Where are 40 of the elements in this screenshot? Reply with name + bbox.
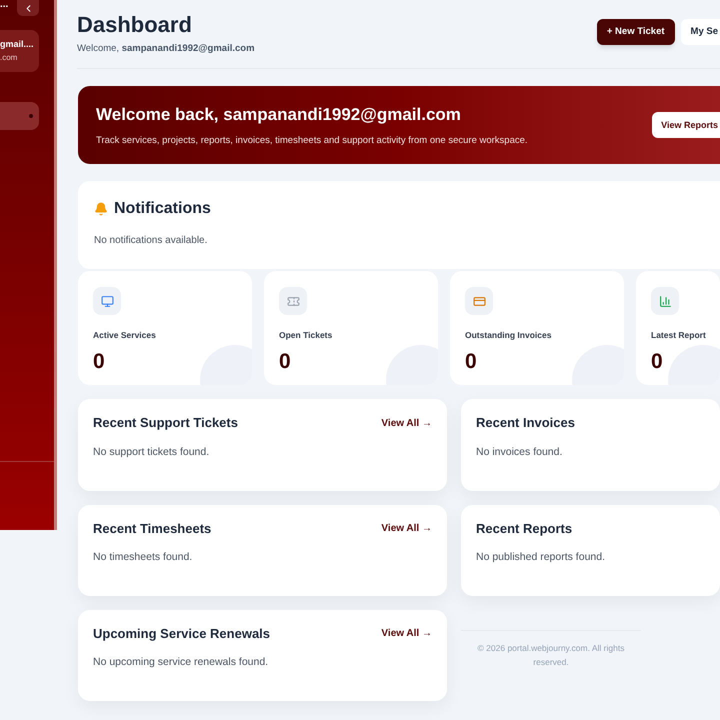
page-title: Dashboard — [77, 12, 193, 38]
empty-message: No upcoming service renewals found. — [93, 655, 270, 670]
stat-label: Latest Report — [651, 329, 706, 342]
panel-title: Recent Support Tickets — [93, 414, 238, 432]
banner-subtitle: Track services, projects, reports, invoices, timesheets and support activity from one secure workspace. — [96, 134, 528, 148]
banner-title: Welcome back, sampanandi1992@gmail.com — [96, 104, 462, 126]
monitor-icon — [100, 294, 114, 308]
user-name: gmail.... — [0, 38, 35, 52]
user-email: .com — [0, 52, 18, 64]
ticket-icon — [286, 294, 300, 308]
empty-message: No timesheets found. — [93, 550, 194, 565]
secondary-button[interactable]: My Se — [680, 19, 720, 45]
panel-title: Recent Timesheets — [93, 520, 212, 538]
stat-value: 0 — [93, 349, 105, 375]
empty-message: No support tickets found. — [93, 444, 210, 460]
credit-card-icon — [472, 294, 486, 308]
bar-chart-icon — [658, 294, 672, 308]
new-ticket-button[interactable]: + New Ticket — [596, 19, 675, 45]
stat-value: 0 — [465, 349, 477, 375]
empty-message: No invoices found. — [476, 444, 564, 460]
view-reports-button[interactable]: View Reports — [652, 112, 720, 138]
panel-title: Upcoming Service Renewals — [93, 624, 270, 643]
stat-label: Active Services — [93, 329, 156, 342]
notifications-message: No notifications available. — [94, 234, 208, 248]
stat-value: 0 — [279, 349, 291, 375]
bell-icon — [94, 202, 108, 216]
view-all-link[interactable]: View All → — [381, 626, 432, 641]
sidebar-brand-text: ... — [0, 0, 8, 10]
stat-label: Open Tickets — [279, 329, 332, 342]
collapse-button[interactable] — [17, 0, 39, 16]
panel-title: Recent Invoices — [476, 414, 575, 432]
footer-text: © 2026 portal.webjourny.com. All rights reserved. — [476, 642, 626, 669]
empty-message: No published reports found. — [476, 550, 606, 565]
view-all-link[interactable]: View All → — [381, 520, 432, 536]
notifications-title: Notifications — [114, 199, 211, 220]
welcome-text: Welcome, sampanandi1992@gmail.com — [77, 42, 255, 56]
stat-value: 0 — [651, 349, 663, 375]
stat-label: Outstanding Invoices — [465, 329, 552, 342]
panel-title: Recent Reports — [476, 520, 572, 538]
view-all-link[interactable]: View All → — [381, 416, 432, 430]
